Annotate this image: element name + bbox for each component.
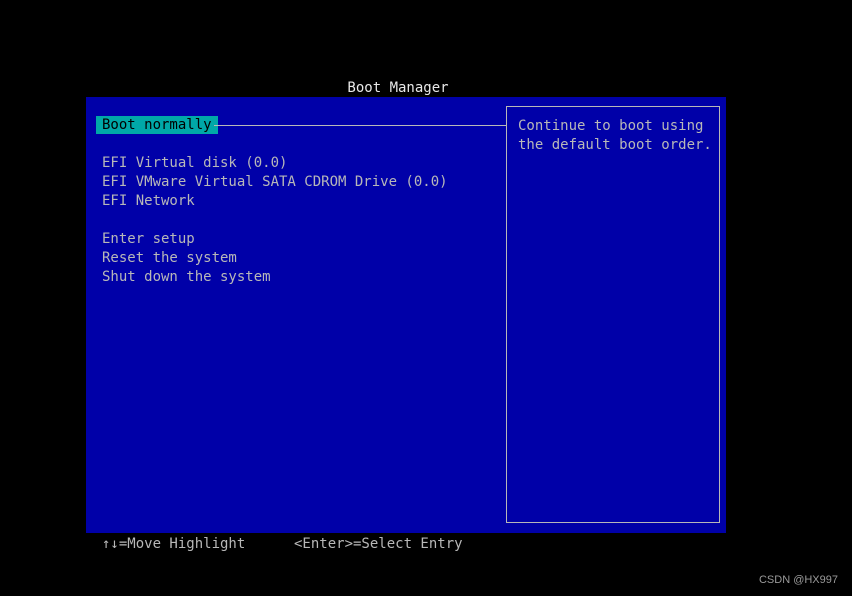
page-title: Boot Manager (347, 80, 449, 96)
footer-move-hint: ↑↓=Move Highlight (102, 536, 246, 552)
help-text-line: Continue to boot using (518, 118, 704, 134)
menu-item-shut-down-system[interactable]: Shut down the system (102, 268, 271, 286)
menu-item-enter-setup[interactable]: Enter setup (102, 230, 195, 248)
menu-item-efi-virtual-disk[interactable]: EFI Virtual disk (0.0) (102, 154, 287, 172)
footer-select-hint: <Enter>=Select Entry (294, 536, 463, 552)
menu-item-efi-network[interactable]: EFI Network (102, 192, 195, 210)
highlight-connector-line (214, 125, 506, 126)
menu-item-boot-normally[interactable]: Boot normally (96, 116, 218, 134)
menu-item-efi-vmware-cdrom[interactable]: EFI VMware Virtual SATA CDROM Drive (0.0… (102, 173, 448, 191)
watermark: CSDN @HX997 (758, 574, 838, 586)
help-text-line: the default boot order. (518, 137, 712, 153)
menu-item-reset-system[interactable]: Reset the system (102, 249, 237, 267)
help-description-box: Continue to boot using the default boot … (506, 106, 720, 523)
boot-menu-panel: Boot normally EFI Virtual disk (0.0) EFI… (86, 97, 726, 533)
